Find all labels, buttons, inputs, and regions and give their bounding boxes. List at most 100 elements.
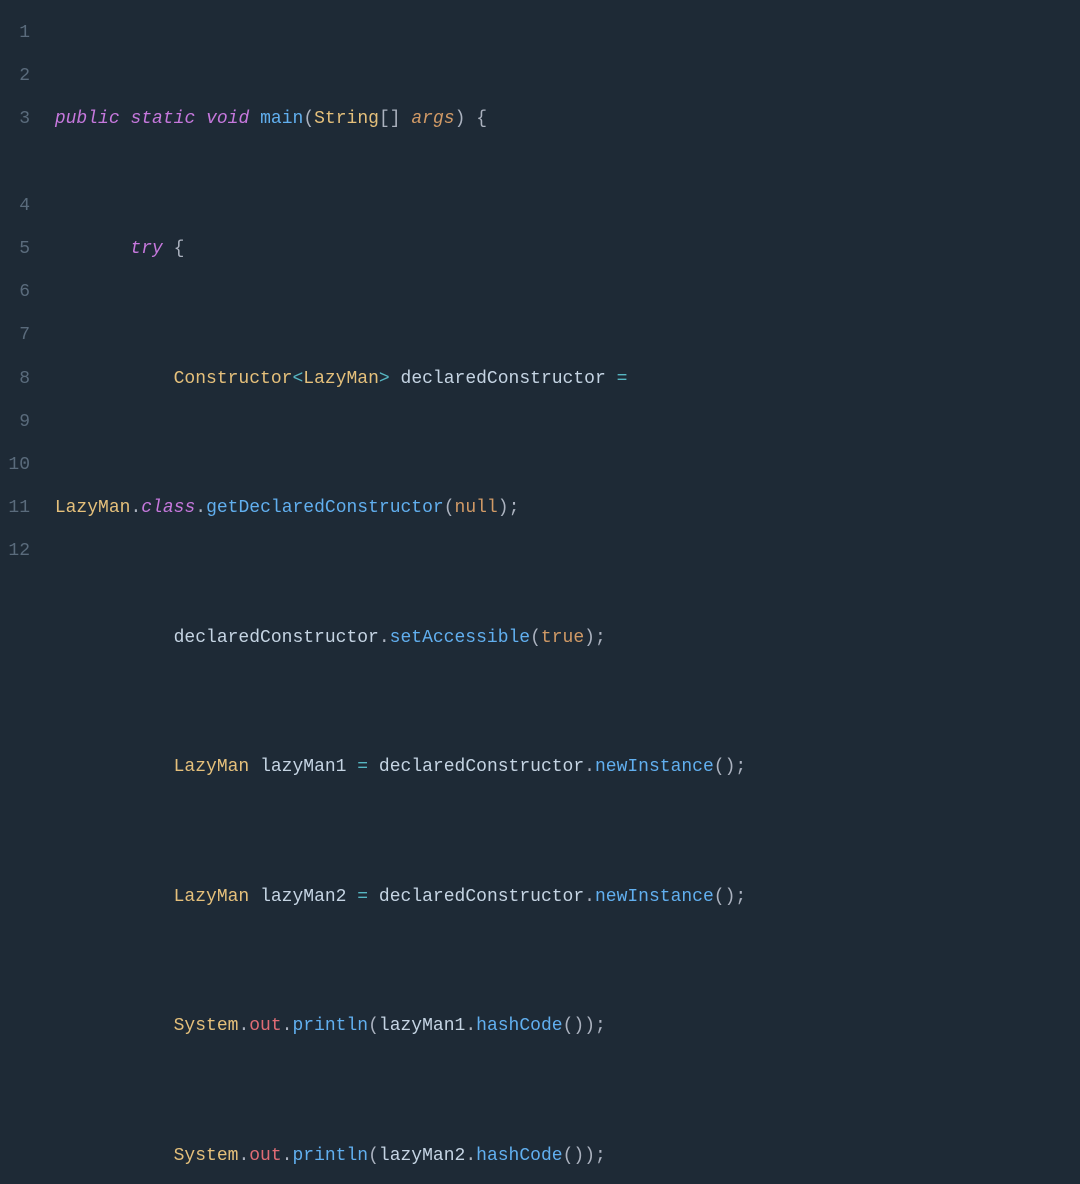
punct: ;: [509, 498, 520, 518]
code-line: LazyMan lazyMan1 = declaredConstructor.n…: [44, 746, 1080, 789]
punct: .: [282, 1146, 293, 1166]
line-number: 9: [0, 401, 30, 444]
code-line: public static void main(String[] args) {: [44, 98, 1080, 141]
punct: ;: [595, 1016, 606, 1036]
method-name: main: [260, 109, 303, 129]
line-number: [0, 142, 30, 185]
punct: ): [584, 1016, 595, 1036]
keyword: public: [55, 109, 120, 129]
punct: (: [368, 1146, 379, 1166]
keyword: class: [141, 498, 195, 518]
punct: ;: [735, 887, 746, 907]
punct: ): [725, 757, 736, 777]
line-number: 6: [0, 271, 30, 314]
variable: declaredConstructor: [174, 628, 379, 648]
punct: ;: [595, 1146, 606, 1166]
code-content[interactable]: public static void main(String[] args) {…: [44, 12, 1080, 1184]
line-number: 8: [0, 358, 30, 401]
punct: (: [714, 757, 725, 777]
code-editor: 1 2 3 4 5 6 7 8 9 10 11 12 public static…: [0, 12, 1080, 1184]
punct: .: [584, 757, 595, 777]
method-name: setAccessible: [390, 628, 530, 648]
method-name: newInstance: [595, 887, 714, 907]
variable: declaredConstructor: [379, 887, 584, 907]
type: LazyMan: [303, 369, 379, 389]
punct: ): [584, 1146, 595, 1166]
punct: {: [476, 109, 487, 129]
line-number: 2: [0, 55, 30, 98]
keyword: static: [130, 109, 195, 129]
type: LazyMan: [174, 757, 250, 777]
punct: .: [130, 498, 141, 518]
punct: (: [714, 887, 725, 907]
field: out: [249, 1146, 281, 1166]
punct: (: [368, 1016, 379, 1036]
punct: .: [238, 1146, 249, 1166]
punct: ): [725, 887, 736, 907]
line-gutter: 1 2 3 4 5 6 7 8 9 10 11 12: [0, 12, 44, 1184]
keyword: void: [206, 109, 249, 129]
variable: declaredConstructor: [401, 369, 606, 389]
field: out: [249, 1016, 281, 1036]
type: String: [314, 109, 379, 129]
punct: >: [379, 369, 390, 389]
code-line: declaredConstructor.setAccessible(true);: [44, 617, 1080, 660]
line-number: 1: [0, 12, 30, 55]
variable: lazyMan1: [379, 1016, 465, 1036]
punct: ): [455, 109, 466, 129]
punct: (: [530, 628, 541, 648]
code-line: System.out.println(lazyMan2.hashCode());: [44, 1135, 1080, 1178]
code-line: LazyMan lazyMan2 = declaredConstructor.n…: [44, 876, 1080, 919]
literal: true: [541, 628, 584, 648]
code-line: System.out.println(lazyMan1.hashCode());: [44, 1005, 1080, 1048]
punct: (: [303, 109, 314, 129]
operator: =: [357, 757, 368, 777]
line-number: 7: [0, 314, 30, 357]
type: LazyMan: [55, 498, 131, 518]
punct: .: [238, 1016, 249, 1036]
type: System: [174, 1016, 239, 1036]
method-name: getDeclaredConstructor: [206, 498, 444, 518]
punct: .: [282, 1016, 293, 1036]
line-number: 10: [0, 444, 30, 487]
code-line: Constructor<LazyMan> declaredConstructor…: [44, 358, 1080, 401]
param: args: [411, 109, 454, 129]
punct: (: [563, 1146, 574, 1166]
variable: lazyMan1: [260, 757, 346, 777]
variable: declaredConstructor: [379, 757, 584, 777]
variable: lazyMan2: [260, 887, 346, 907]
code-line: try {: [44, 228, 1080, 271]
operator: =: [357, 887, 368, 907]
punct: {: [174, 239, 185, 259]
type: LazyMan: [174, 887, 250, 907]
line-number: 4: [0, 185, 30, 228]
line-number: 3: [0, 98, 30, 141]
literal: null: [455, 498, 498, 518]
keyword: try: [130, 239, 162, 259]
punct: []: [379, 109, 401, 129]
line-number: 5: [0, 228, 30, 271]
punct: ;: [735, 757, 746, 777]
method-name: println: [292, 1146, 368, 1166]
method-name: hashCode: [476, 1016, 562, 1036]
line-number: 12: [0, 530, 30, 573]
punct: .: [195, 498, 206, 518]
operator: =: [617, 369, 628, 389]
line-number: 11: [0, 487, 30, 530]
method-name: newInstance: [595, 757, 714, 777]
punct: .: [465, 1016, 476, 1036]
code-line: LazyMan.class.getDeclaredConstructor(nul…: [44, 487, 1080, 530]
punct: <: [292, 369, 303, 389]
method-name: hashCode: [476, 1146, 562, 1166]
punct: (: [563, 1016, 574, 1036]
punct: .: [379, 628, 390, 648]
punct: ): [573, 1016, 584, 1036]
punct: .: [584, 887, 595, 907]
type: Constructor: [174, 369, 293, 389]
punct: .: [465, 1146, 476, 1166]
punct: ): [573, 1146, 584, 1166]
method-name: println: [292, 1016, 368, 1036]
punct: ): [584, 628, 595, 648]
punct: ;: [595, 628, 606, 648]
punct: ): [498, 498, 509, 518]
